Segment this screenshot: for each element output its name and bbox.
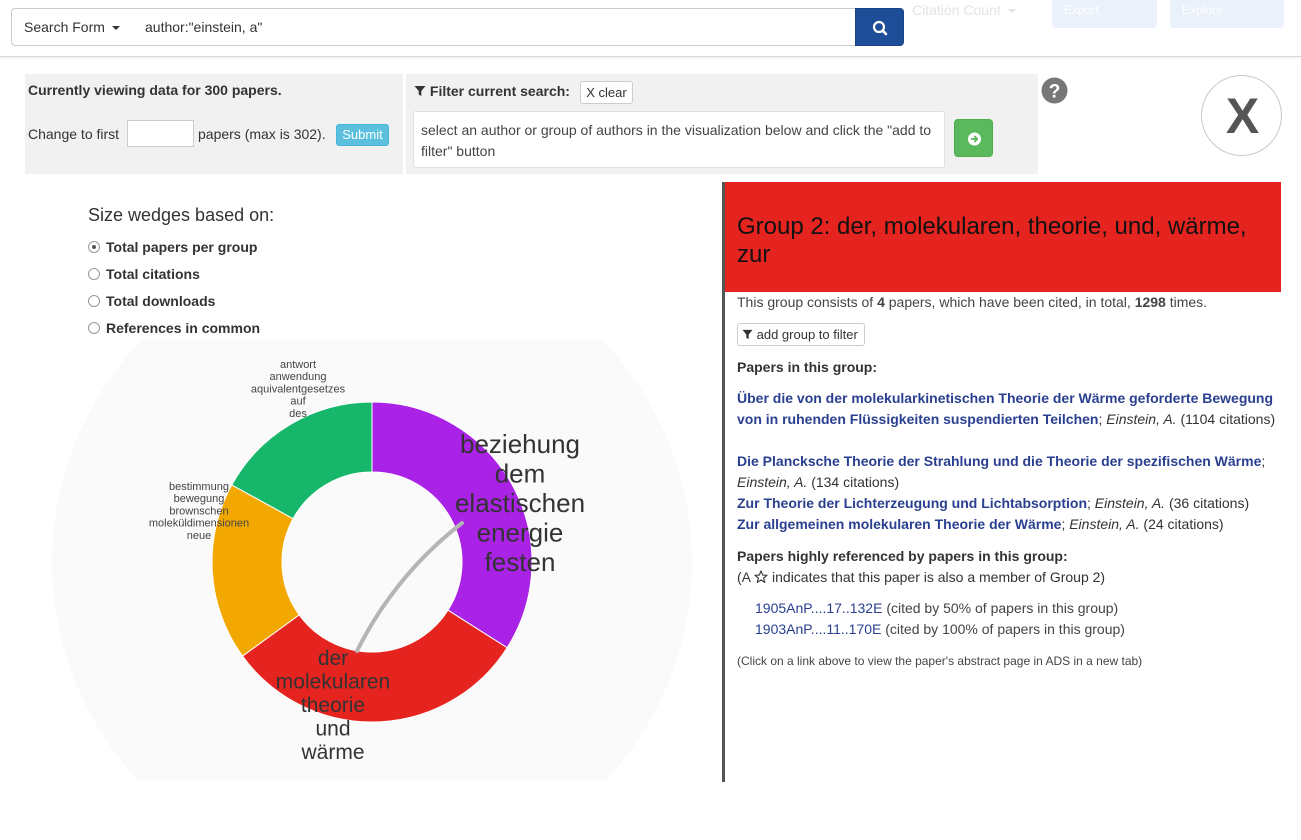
radio-button[interactable] [88, 268, 100, 280]
group-detail-panel: Group 2: der, molekularen, theorie, und,… [722, 182, 1301, 782]
search-input[interactable] [133, 8, 856, 46]
radio-button[interactable] [88, 295, 100, 307]
change-label: Change to first [28, 126, 120, 142]
wedge-label-word: elastischen [455, 488, 585, 518]
paper-title-link[interactable]: Zur Theorie der Lichterzeugung und Licht… [737, 495, 1087, 511]
wedge-label-word: bewegung [174, 493, 225, 505]
wedge-label-word: energie [477, 518, 564, 548]
arrow-circle-right-icon [968, 132, 981, 146]
search-form-label: Search Form [24, 19, 105, 35]
radio-total-papers[interactable]: Total papers per group [88, 239, 257, 259]
wedge-label-word: auf [290, 396, 306, 408]
wedge-label-word: des [289, 408, 307, 420]
star-icon [754, 570, 768, 583]
group-title: Group 2: der, molekularen, theorie, und,… [737, 213, 1247, 268]
wedge-label-word: beziehung [460, 429, 580, 459]
wedge-label-word: und [315, 718, 350, 741]
footnote: (Click on a link above to view the paper… [737, 654, 1143, 668]
wedge-label-word: wärme [300, 741, 364, 764]
sizing-title: Size wedges based on: [88, 205, 275, 225]
group-donut-chart: beziehungdemelastischenenergiefestenderm… [52, 340, 692, 780]
search-form-dropdown[interactable]: Search Form [11, 8, 134, 46]
caret-down-icon [111, 26, 120, 31]
bibcode-link[interactable]: 1905AnP....17..132E [755, 600, 882, 616]
wedge-label-word: bestimmung [169, 481, 229, 493]
refs-note: (A indicates that this paper is also a m… [737, 569, 1106, 585]
search-icon [872, 20, 888, 36]
filter-label: Filter current search: [414, 83, 570, 99]
explore-button-ghost[interactable]: Explore [1170, 0, 1284, 28]
wedge-label-word: molekularen [276, 671, 390, 694]
radio-total-downloads[interactable]: Total downloads [88, 293, 215, 313]
bibcode-link[interactable]: 1903AnP....11..170E [755, 621, 881, 637]
filter-instructions: select an author or group of authors in … [413, 111, 945, 168]
top-search-bar: Citation Count Export Explore Search For… [0, 0, 1301, 57]
wedge-label-word: festen [485, 547, 556, 577]
radio-button[interactable] [88, 241, 100, 253]
list-item: Zur Theorie der Lichterzeugung und Licht… [737, 495, 1250, 511]
paper-count-panel: Currently viewing data for 300 papers. C… [25, 74, 403, 174]
max-papers-label: papers (max is 302). [198, 126, 326, 142]
paper-count-input[interactable] [127, 120, 194, 147]
paper-title-link[interactable]: Zur allgemeinen molekularen Theorie der … [737, 516, 1061, 532]
list-item: 1903AnP....11..170E (cited by 100% of pa… [755, 621, 1125, 637]
wedge-label-word: theorie [301, 694, 365, 717]
refs-heading: Papers highly referenced by papers in th… [737, 548, 1068, 564]
close-icon: X [1225, 88, 1260, 144]
wedge-label-word: brownschen [169, 505, 228, 517]
filter-icon [742, 329, 753, 340]
group-summary: This group consists of 4 papers, which h… [737, 294, 1208, 310]
wedge-label-word: aquivalentgesetzes [251, 383, 346, 395]
radio-references-in-common[interactable]: References in common [88, 320, 260, 340]
list-item: 1905AnP....17..132E (cited by 50% of pap… [755, 600, 1119, 616]
filter-panel: Filter current search: X clear select an… [406, 74, 1038, 174]
export-button-ghost[interactable]: Export [1052, 0, 1157, 28]
svg-text:?: ? [1049, 82, 1061, 103]
wedge-label-word: der [318, 647, 348, 670]
close-visualization-button[interactable]: X [1201, 75, 1282, 156]
sort-dropdown-ghost[interactable]: Citation Count [912, 2, 1016, 18]
group-header: Group 2: der, molekularen, theorie, und,… [725, 182, 1281, 292]
viewing-title: Currently viewing data for 300 papers. [28, 82, 282, 98]
help-icon[interactable]: ? [1041, 77, 1068, 104]
wedge-label-word: neue [187, 530, 211, 542]
add-group-to-filter-button[interactable]: add group to filter [737, 323, 865, 346]
apply-filter-button[interactable] [954, 119, 993, 157]
paper-title-link[interactable]: Die Plancksche Theorie der Strahlung und… [737, 453, 1261, 469]
list-item: Zur allgemeinen molekularen Theorie der … [737, 516, 1224, 532]
list-item: Über die von der molekularkinetischen Th… [737, 390, 1276, 427]
filter-icon [414, 86, 426, 96]
search-button[interactable] [855, 8, 904, 46]
papers-heading: Papers in this group: [737, 359, 878, 375]
wedge-label-word: antwort [280, 359, 316, 371]
list-item: Die Plancksche Theorie der Strahlung und… [737, 453, 1266, 490]
radio-button[interactable] [88, 322, 100, 334]
wedge-label-word: anwendung [270, 371, 327, 383]
clear-filter-button[interactable]: X clear [580, 81, 633, 104]
submit-button[interactable]: Submit [336, 124, 389, 146]
wedge-label-word: moleküldimensionen [149, 518, 249, 530]
wedge-label-word: dem [495, 459, 546, 489]
radio-total-citations[interactable]: Total citations [88, 266, 200, 286]
